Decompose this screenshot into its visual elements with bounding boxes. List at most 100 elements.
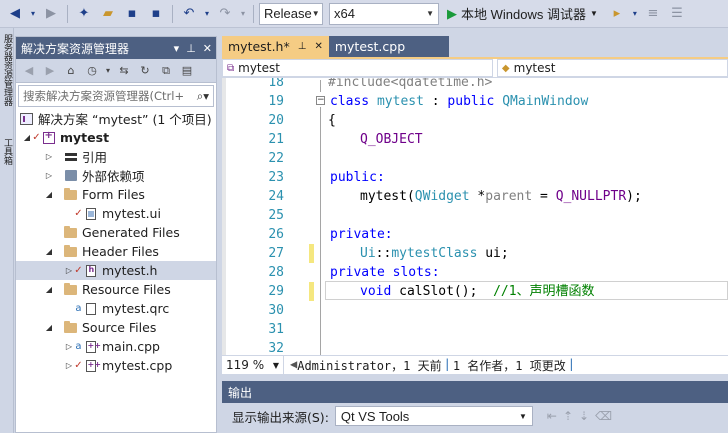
tree-item-external-deps[interactable]: ▷ 外部依赖项	[16, 166, 216, 185]
refresh-icon[interactable]: ↻	[136, 62, 154, 80]
tree-item-resource-files[interactable]: ◢ Resource Files	[16, 280, 216, 299]
code-line-23: public:	[330, 170, 385, 185]
panel-menu-icon[interactable]: ▾	[174, 42, 180, 55]
solution-explorer-title: 解决方案资源管理器	[21, 41, 130, 56]
checked-out-icon: ✓	[74, 208, 83, 219]
zoom-select[interactable]: 119 % ▼	[222, 356, 284, 374]
history-icon[interactable]: ◷	[83, 62, 101, 80]
tree-item-mytest-qrc[interactable]: a mytest.qrc	[16, 299, 216, 318]
solution-explorer-header: 解决方案资源管理器 ▾ ⊥ ✕	[16, 37, 216, 59]
show-all-files-icon[interactable]: ▤	[178, 62, 196, 80]
redo-icon[interactable]: ↷	[214, 3, 236, 25]
tab-mytest-h[interactable]: mytest.h* ⊥ ✕	[222, 36, 329, 57]
expanded-icon[interactable]: ◢	[44, 323, 54, 332]
back-dropdown-icon[interactable]: ▾	[28, 3, 38, 25]
tree-item-project[interactable]: ◢ ✓ mytest	[16, 128, 216, 147]
forward-icon[interactable]: ▶	[40, 3, 62, 25]
back-icon[interactable]: ◀	[20, 62, 38, 80]
collapse-all-icon[interactable]: ⧉	[157, 62, 175, 80]
play-icon: ▶	[447, 5, 457, 21]
pin-icon[interactable]: ⊥	[186, 42, 196, 55]
solution-search-input[interactable]: 搜索解决方案资源管理器(Ctrl+ ⌕▾	[18, 85, 214, 107]
server-explorer-tab[interactable]: 服务器资源管理器	[1, 34, 13, 106]
code-line-27: Ui::mytestClass ui;	[360, 246, 509, 261]
start-debugging-button[interactable]: ▶ 本地 Windows 调试器 ▼	[441, 3, 604, 25]
code-line-18: #include<qdatetime.h>	[328, 78, 493, 90]
chevron-down-icon: ▼	[426, 9, 434, 18]
chevron-down-icon: ▼	[311, 9, 320, 18]
blame-author: Administrator，1 天前	[297, 358, 442, 373]
chevron-down-icon[interactable]: ▾	[104, 62, 112, 80]
previous-message-icon[interactable]: ⇡	[563, 409, 573, 423]
fold-icon[interactable]: −	[316, 96, 325, 105]
solution-icon	[19, 112, 34, 126]
code-line-24: mytest(QWidget *parent = Q_NULLPTR);	[360, 189, 642, 204]
expanded-icon[interactable]: ◢	[44, 247, 54, 256]
go-to-message-icon[interactable]: ⇤	[547, 409, 557, 423]
code-editor[interactable]: 181920212223242526272829303132 − − #incl…	[222, 78, 728, 355]
tree-item-generated-files[interactable]: Generated Files	[16, 223, 216, 242]
chevron-down-icon: ▼	[518, 411, 527, 421]
configuration-select[interactable]: Release ▼	[259, 2, 323, 25]
line-number: 21	[268, 132, 284, 147]
output-source-select[interactable]: Qt VS Tools ▼	[334, 406, 533, 426]
class-icon: ⧉	[227, 62, 235, 74]
editor-status-strip: 119 % ▼ ◀ Administrator，1 天前 | 1 名作者，1 项…	[222, 355, 728, 374]
collapsed-icon[interactable]: ▷	[64, 266, 74, 275]
save-icon[interactable]: ▪	[121, 3, 143, 25]
forward-icon[interactable]: ▶	[41, 62, 59, 80]
collapsed-icon[interactable]: ▷	[64, 342, 74, 351]
platform-select[interactable]: x64 ▼	[329, 2, 439, 25]
clear-all-icon[interactable]: ⌫	[595, 409, 612, 423]
redo-dropdown-icon[interactable]: ▾	[238, 3, 248, 25]
tree-item-references[interactable]: ▷ 引用	[16, 147, 216, 166]
open-folder-icon[interactable]: ▰	[97, 3, 119, 25]
line-number: 29	[268, 284, 284, 299]
tree-item-mytest-ui[interactable]: ✓ mytest.ui	[16, 204, 216, 223]
home-icon[interactable]: ⌂	[62, 62, 80, 80]
side-tab-strip: 服务器资源管理器 工具箱	[0, 28, 14, 433]
collapsed-icon[interactable]: ▷	[44, 152, 54, 161]
line-number: 27	[268, 246, 284, 261]
tree-item-solution[interactable]: 解决方案 “mytest” (1 个项目)	[16, 109, 216, 128]
tree-item-header-files[interactable]: ◢ Header Files	[16, 242, 216, 261]
codelens-blame[interactable]: ◀ Administrator，1 天前 | 1 名作者，1 项更改 |	[284, 357, 583, 374]
line-number: 26	[268, 227, 284, 242]
undo-dropdown-icon[interactable]: ▾	[202, 3, 212, 25]
code-line-21: Q_OBJECT	[360, 132, 423, 147]
collapsed-icon[interactable]: ▷	[64, 361, 74, 370]
pin-icon[interactable]: ⊥	[298, 41, 307, 52]
next-message-icon[interactable]: ⇣	[579, 409, 589, 423]
tree-item-source-files[interactable]: ◢ Source Files	[16, 318, 216, 337]
tree-item-form-files[interactable]: ◢ Form Files	[16, 185, 216, 204]
undo-icon[interactable]: ↶	[178, 3, 200, 25]
change-marker	[309, 282, 314, 301]
scope-dropdown[interactable]: ⧉ mytest	[222, 59, 493, 77]
back-icon[interactable]: ◀	[4, 3, 26, 25]
expanded-icon[interactable]: ◢	[22, 133, 32, 142]
new-item-icon[interactable]: ✦	[73, 3, 95, 25]
collapsed-icon[interactable]: ▷	[44, 171, 54, 180]
tree-item-mytest-cpp[interactable]: ▷ ✓ mytest.cpp	[16, 356, 216, 375]
tree-item-main-cpp[interactable]: ▷ a main.cpp	[16, 337, 216, 356]
close-icon[interactable]: ✕	[314, 41, 322, 52]
expanded-icon[interactable]: ◢	[44, 190, 54, 199]
member-dropdown[interactable]: ◆ mytest	[496, 59, 728, 77]
file-icon	[83, 302, 98, 316]
outline-icon[interactable]: ☰	[666, 3, 688, 25]
sync-icon[interactable]: ⇆	[115, 62, 133, 80]
line-number: 19	[268, 94, 284, 109]
tree-item-mytest-h[interactable]: ▷ ✓ mytest.h	[16, 261, 216, 280]
output-source-label: 显示输出来源(S):	[232, 409, 329, 425]
attach-icon[interactable]: ▸	[606, 3, 628, 25]
output-toolbar: 显示输出来源(S): Qt VS Tools ▼ ⇤ ⇡ ⇣ ⌫	[222, 403, 728, 429]
expanded-icon[interactable]: ◢	[44, 285, 54, 294]
toolbox-tab[interactable]: 工具箱	[1, 138, 13, 165]
checked-out-icon: ✓	[74, 265, 83, 276]
format-icon[interactable]: ≡	[642, 3, 664, 25]
close-icon[interactable]: ✕	[203, 42, 212, 55]
toolbar-options-icon[interactable]: ▾	[630, 3, 640, 25]
save-all-icon[interactable]: ▪	[145, 3, 167, 25]
tab-mytest-cpp[interactable]: mytest.cpp	[328, 36, 450, 57]
folder-icon	[63, 282, 78, 297]
